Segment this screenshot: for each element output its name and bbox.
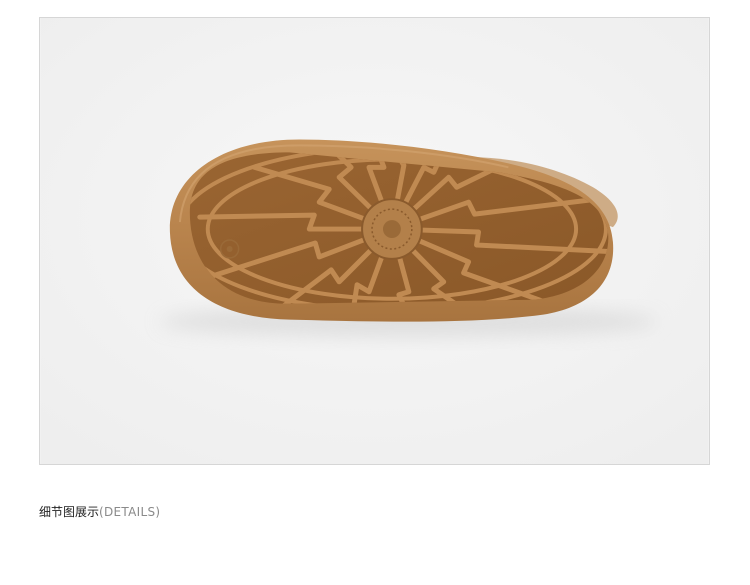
shoe-sole-image	[40, 18, 709, 464]
caption-subtitle: (DETAILS)	[99, 505, 161, 519]
detail-page: 细节图展示(DETAILS)	[0, 0, 750, 585]
section-caption: 细节图展示(DETAILS)	[39, 503, 160, 521]
ugg-logo-emblem	[361, 198, 423, 260]
caption-title: 细节图展示	[39, 505, 100, 519]
product-photo	[39, 17, 710, 465]
